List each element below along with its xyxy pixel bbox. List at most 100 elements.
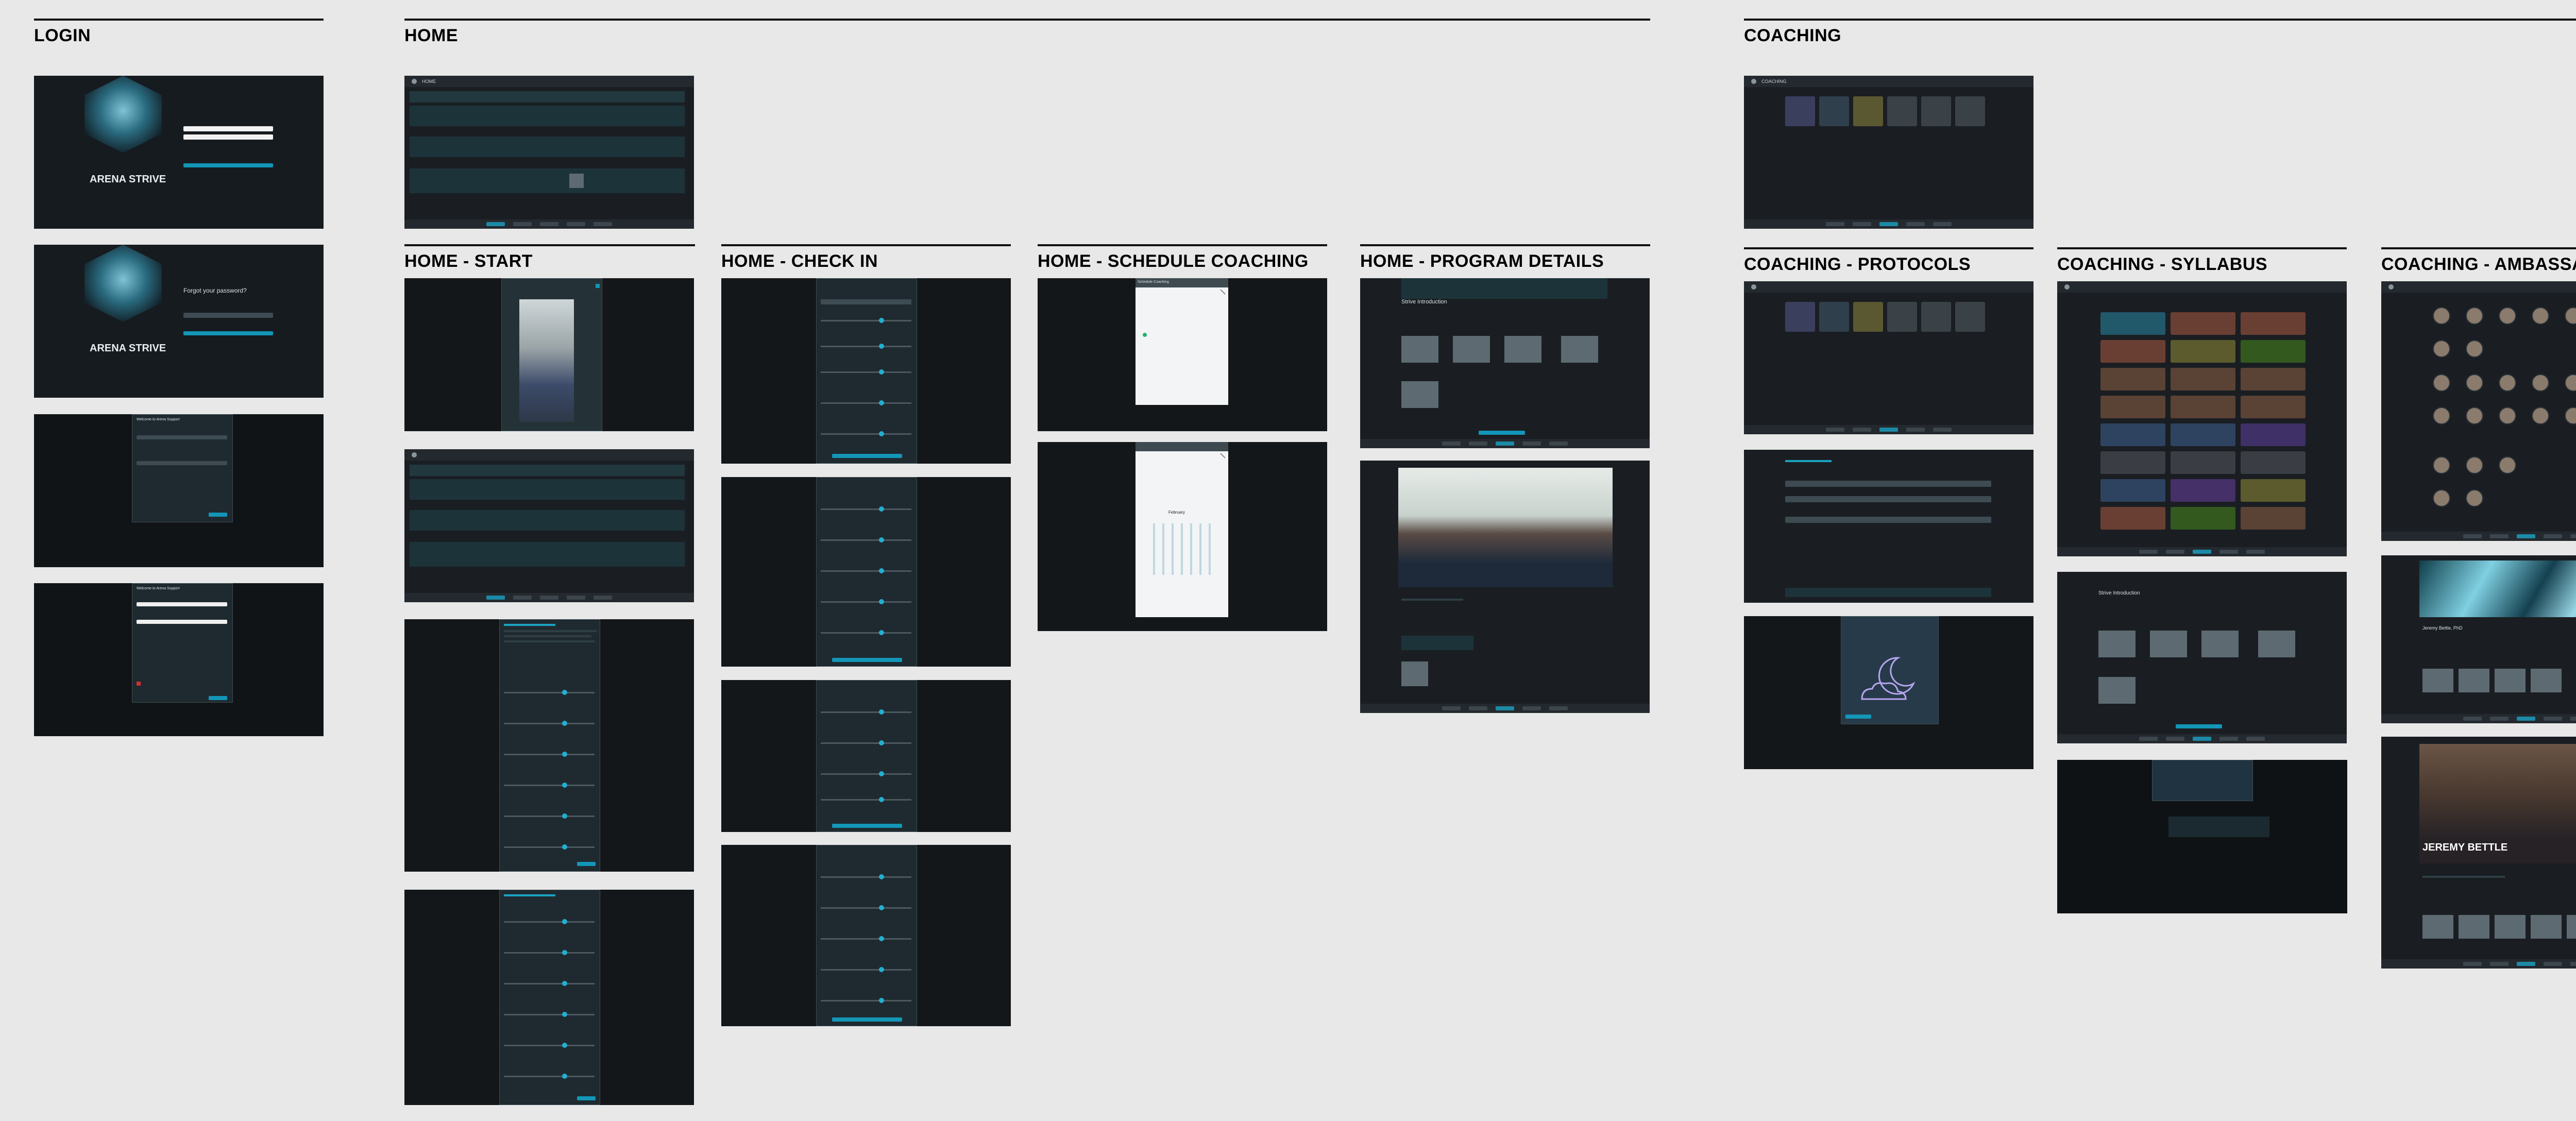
protocols-modal-button[interactable] bbox=[1845, 715, 1871, 719]
start-play-icon[interactable] bbox=[596, 284, 600, 288]
support-filled-field-2[interactable] bbox=[137, 620, 227, 624]
ambassador-avatar-11[interactable] bbox=[2499, 374, 2516, 392]
syllabus-card-21[interactable] bbox=[2241, 479, 2306, 502]
home-coach-card[interactable] bbox=[410, 168, 685, 193]
ambassador-avatar-16[interactable] bbox=[2466, 407, 2483, 424]
checkin3-slider-2[interactable] bbox=[821, 740, 911, 745]
assessment2-slider-3[interactable] bbox=[504, 981, 595, 986]
program-video-cta[interactable] bbox=[1401, 636, 1473, 650]
assessment-slider-1[interactable] bbox=[504, 690, 595, 695]
assessment2-slider-5[interactable] bbox=[504, 1043, 595, 1048]
syllabus2-bottom-nav[interactable] bbox=[2057, 734, 2347, 743]
checkin1-slider-3[interactable] bbox=[821, 369, 911, 375]
checkin4-submit-button[interactable] bbox=[832, 1017, 902, 1022]
syllabus-coach-3[interactable] bbox=[2201, 631, 2239, 657]
ambassador-avatar-5[interactable] bbox=[2565, 307, 2576, 325]
program-video-player[interactable] bbox=[1398, 468, 1613, 587]
checkin3-submit-button[interactable] bbox=[832, 824, 902, 828]
assessment2-slider-6[interactable] bbox=[504, 1074, 595, 1079]
ambassador-clip-5[interactable] bbox=[2567, 915, 2576, 939]
syllabus-card-8[interactable] bbox=[2171, 368, 2235, 390]
checkin4-slider-3[interactable] bbox=[821, 936, 911, 941]
ambassador-video-3[interactable] bbox=[2495, 669, 2526, 692]
ambassador-avatar-25[interactable] bbox=[2466, 489, 2483, 507]
coaching-tile-goals[interactable] bbox=[1887, 96, 1917, 126]
assessment2-submit-button[interactable] bbox=[577, 1096, 596, 1100]
protocols-tile-6[interactable] bbox=[1955, 302, 1985, 332]
login-submit-button[interactable] bbox=[183, 163, 273, 167]
syllabus-card-3[interactable] bbox=[2241, 312, 2306, 335]
support-submit-button[interactable] bbox=[209, 513, 227, 517]
checkin2-slider-3[interactable] bbox=[821, 568, 911, 573]
syllabus-card-6[interactable] bbox=[2241, 340, 2306, 363]
support-filled-field-1[interactable] bbox=[137, 602, 227, 606]
checkin3-slider-1[interactable] bbox=[821, 709, 911, 715]
syllabus-card-4[interactable] bbox=[2100, 340, 2165, 363]
ambassador-video-2[interactable] bbox=[2459, 669, 2489, 692]
start-home-card-3[interactable] bbox=[410, 510, 685, 531]
checkin3-slider-3[interactable] bbox=[821, 771, 911, 776]
program-coach-4[interactable] bbox=[1561, 336, 1598, 363]
ambassador-avatar-12[interactable] bbox=[2532, 374, 2549, 392]
ambassador-avatar-15[interactable] bbox=[2433, 407, 2450, 424]
checkin4-slider-4[interactable] bbox=[821, 967, 911, 972]
ambassador-avatar-1[interactable] bbox=[2433, 307, 2450, 325]
syllabus-card-9[interactable] bbox=[2241, 368, 2306, 390]
syllabus-card-2[interactable] bbox=[2171, 312, 2235, 335]
coaching-tile-recovery[interactable] bbox=[1955, 96, 1985, 126]
start-video-thumb[interactable] bbox=[519, 299, 574, 422]
assessment2-slider-2[interactable] bbox=[504, 950, 595, 955]
ambassador-clip-2[interactable] bbox=[2459, 915, 2489, 939]
coaching-tile-energy[interactable] bbox=[1853, 96, 1883, 126]
ambassador-avatar-24[interactable] bbox=[2433, 489, 2450, 507]
forgot-submit-button[interactable] bbox=[183, 331, 273, 335]
ambassador-avatar-17[interactable] bbox=[2499, 407, 2516, 424]
assessment-slider-4[interactable] bbox=[504, 783, 595, 788]
start-home-bottom-nav[interactable] bbox=[404, 593, 694, 602]
ambassador-avatar-21[interactable] bbox=[2433, 456, 2450, 474]
syllabus-card-19[interactable] bbox=[2100, 479, 2165, 502]
home-bottom-nav[interactable] bbox=[404, 219, 694, 229]
coaching-tile-sleep[interactable] bbox=[1785, 96, 1815, 126]
checkin1-submit-button[interactable] bbox=[832, 454, 902, 458]
coaching-bottom-nav[interactable] bbox=[1744, 219, 2033, 229]
ambassador-avatar-4[interactable] bbox=[2532, 307, 2549, 325]
checkin4-slider-2[interactable] bbox=[821, 905, 911, 910]
assessment-slider-3[interactable] bbox=[504, 752, 595, 757]
assessment-next-button[interactable] bbox=[577, 862, 596, 866]
schedule2-close-icon[interactable] bbox=[1220, 453, 1225, 458]
syllabus-card-15[interactable] bbox=[2241, 423, 2306, 446]
protocols-bottom-nav[interactable] bbox=[1744, 425, 2033, 434]
checkin4-slider-1[interactable] bbox=[821, 874, 911, 879]
syllabus-card-5[interactable] bbox=[2171, 340, 2235, 363]
home-program-card[interactable] bbox=[410, 106, 685, 126]
syllabus-card-22[interactable] bbox=[2100, 507, 2165, 530]
assessment-slider-2[interactable] bbox=[504, 721, 595, 726]
ambassador-avatar-8[interactable] bbox=[2466, 340, 2483, 358]
support-field-1[interactable] bbox=[137, 435, 227, 439]
syllabus-start-button[interactable] bbox=[2176, 724, 2222, 728]
checkin2-slider-5[interactable] bbox=[821, 630, 911, 635]
ambassador-avatar-10[interactable] bbox=[2466, 374, 2483, 392]
protocols-tile-2[interactable] bbox=[1819, 302, 1849, 332]
assessment2-slider-1[interactable] bbox=[504, 919, 595, 924]
syllabus-card-20[interactable] bbox=[2171, 479, 2235, 502]
start-home-card-1[interactable] bbox=[410, 465, 685, 476]
ambassador-clip-4[interactable] bbox=[2531, 915, 2562, 939]
home-schedule-card[interactable] bbox=[410, 137, 685, 157]
coaching-tile-mindset[interactable] bbox=[1921, 96, 1951, 126]
syllabus-card-16[interactable] bbox=[2100, 451, 2165, 474]
login-email-field[interactable] bbox=[183, 126, 273, 131]
support-filled-submit-button[interactable] bbox=[209, 696, 227, 700]
syllabus-card-13[interactable] bbox=[2100, 423, 2165, 446]
checkin2-slider-2[interactable] bbox=[821, 537, 911, 542]
ambassador-avatar-13[interactable] bbox=[2565, 374, 2576, 392]
syllabus-card-1[interactable] bbox=[2100, 312, 2165, 335]
assessment2-slider-4[interactable] bbox=[504, 1012, 595, 1017]
schedule-option-radio[interactable] bbox=[1143, 333, 1147, 337]
checkin1-slider-5[interactable] bbox=[821, 431, 911, 436]
login-password-field[interactable] bbox=[183, 134, 273, 140]
syllabus-card-10[interactable] bbox=[2100, 396, 2165, 418]
ambassador-avatar-19[interactable] bbox=[2565, 407, 2576, 424]
ambassador-avatar-22[interactable] bbox=[2466, 456, 2483, 474]
